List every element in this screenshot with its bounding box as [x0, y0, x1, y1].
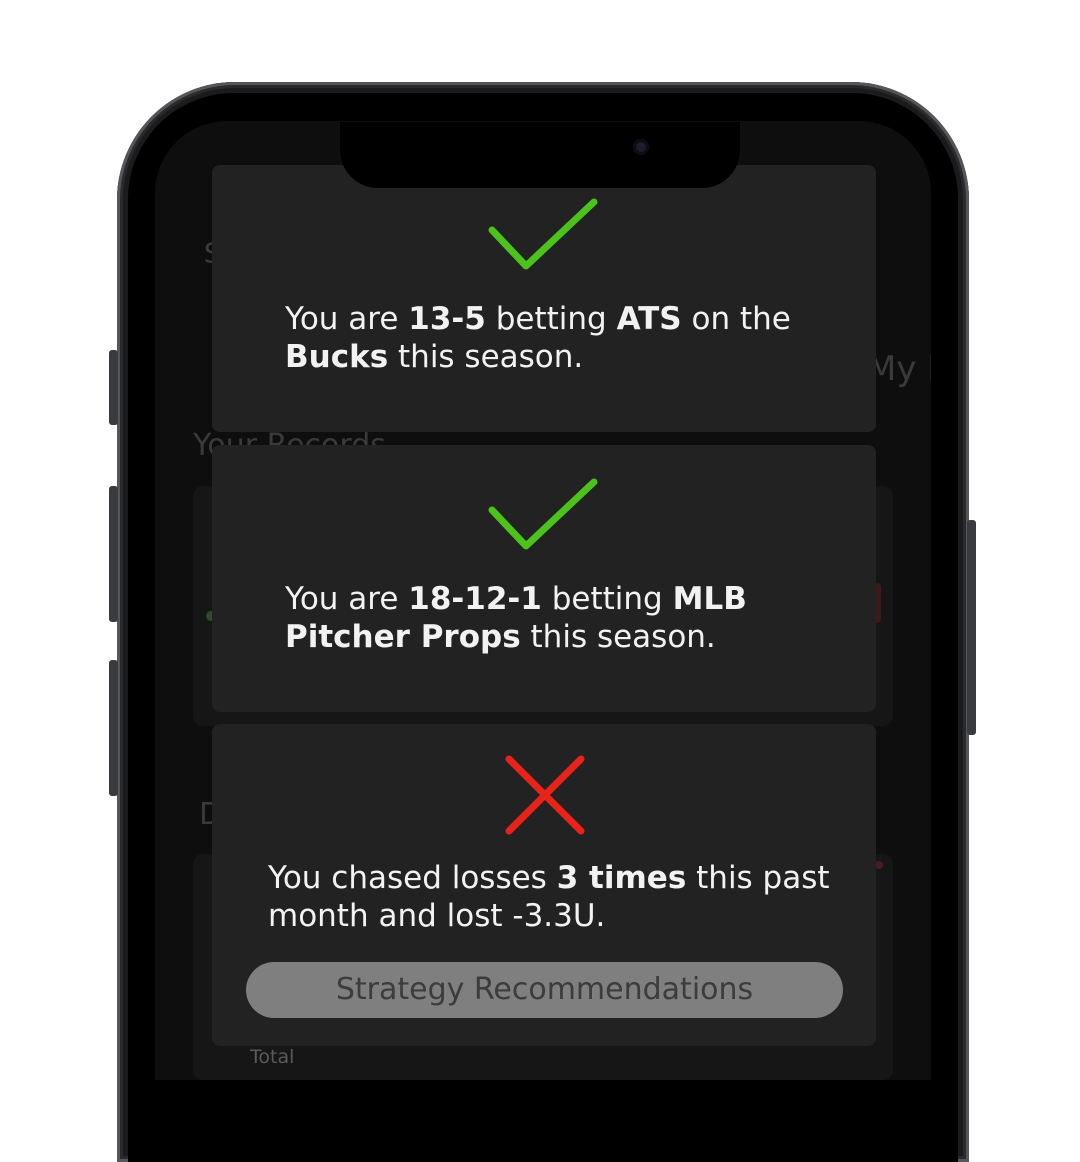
- message-highlight: 13-5: [408, 301, 486, 337]
- message-highlight: 18-12-1: [408, 581, 542, 617]
- insight-message: You are 18-12-1 betting MLB Pitcher Prop…: [285, 580, 845, 656]
- x-icon: [505, 755, 585, 835]
- message-text: betting: [541, 581, 673, 617]
- message-text: You are: [285, 301, 409, 337]
- background-tab-label: My F: [867, 349, 931, 389]
- insight-message: You are 13-5 betting ATS on the Bucks th…: [285, 300, 845, 376]
- strategy-recommendations-button[interactable]: Strategy Recommendations: [246, 962, 843, 1018]
- volume-down-button: [109, 660, 118, 796]
- message-text: this season.: [388, 339, 584, 375]
- volume-up-button: [109, 486, 118, 622]
- power-button: [967, 520, 976, 735]
- silent-switch: [109, 350, 118, 425]
- message-highlight: Bucks: [285, 339, 389, 375]
- message-highlight: ATS: [616, 301, 682, 337]
- background-red-marker: [875, 861, 883, 869]
- message-text: You are: [285, 581, 409, 617]
- check-icon: [488, 198, 598, 270]
- message-highlight: 3 times: [556, 860, 687, 896]
- message-text: this season.: [520, 619, 716, 655]
- message-text: betting: [485, 301, 617, 337]
- message-text: You chased losses: [268, 860, 557, 896]
- insight-card-warning: You chased losses 3 times this past mont…: [212, 724, 876, 1046]
- message-text: on the: [681, 301, 791, 337]
- insight-message: You chased losses 3 times this past mont…: [268, 859, 848, 935]
- front-camera: [633, 139, 649, 155]
- insight-card: You are 18-12-1 betting MLB Pitcher Prop…: [212, 445, 876, 712]
- insight-card: You are 13-5 betting ATS on the Bucks th…: [212, 165, 876, 432]
- phone-notch: [340, 122, 740, 188]
- check-icon: [488, 478, 598, 550]
- background-total-label: Total: [250, 1046, 295, 1068]
